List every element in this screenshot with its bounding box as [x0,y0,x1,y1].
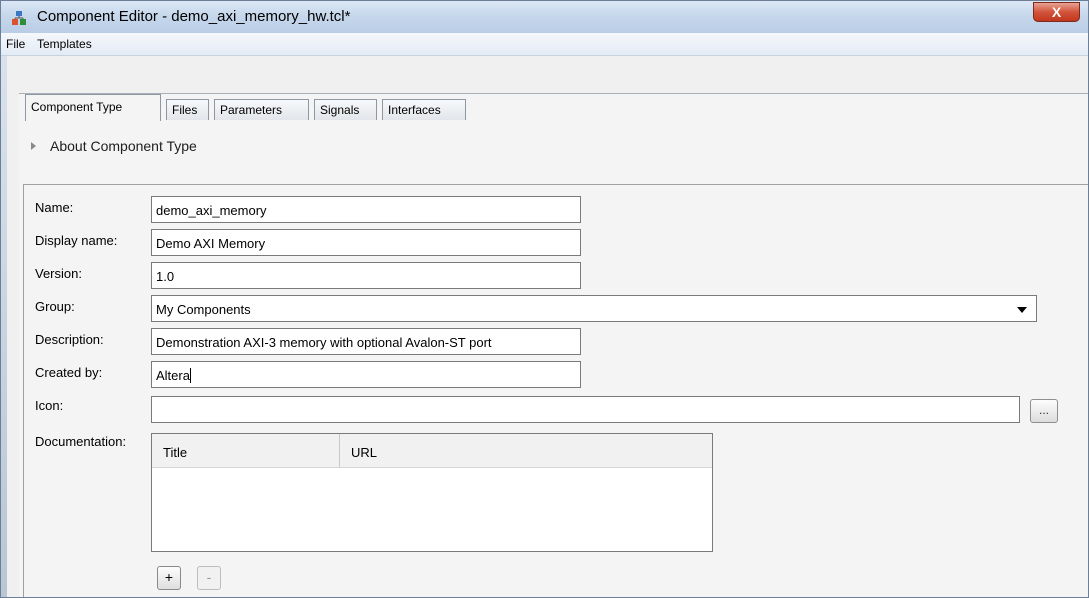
column-header-title[interactable]: Title [152,434,340,467]
version-label: Version: [35,266,82,281]
about-label: About Component Type [50,138,197,154]
display-name-label: Display name: [35,233,118,248]
icon-browse-button[interactable]: ... [1030,399,1058,423]
documentation-table[interactable]: Title URL [151,433,713,552]
tab-parameters[interactable]: Parameters [214,99,309,120]
about-component-type-toggle[interactable]: About Component Type [31,138,197,154]
component-editor-window: Component Editor - demo_axi_memory_hw.tc… [0,0,1089,598]
documentation-label: Documentation: [35,434,127,449]
created-by-label: Created by: [35,365,103,380]
title-bar[interactable]: Component Editor - demo_axi_memory_hw.tc… [1,1,1088,33]
left-edge-decoration [1,56,7,597]
display-name-field[interactable]: Demo AXI Memory [151,229,581,256]
app-icon [12,11,26,25]
tab-component-type[interactable]: Component Type [25,94,161,121]
add-documentation-button[interactable]: + [157,566,181,590]
created-by-value: Altera [156,368,190,383]
remove-documentation-button[interactable]: - [197,566,221,590]
icon-label: Icon: [35,398,64,413]
window-title: Component Editor - demo_axi_memory_hw.tc… [37,8,351,25]
dropdown-arrow-icon [1017,307,1027,313]
created-by-field[interactable]: Altera [151,361,581,388]
icon-path-field[interactable] [151,396,1020,423]
group-selected-value: My Components [156,302,251,317]
tab-files[interactable]: Files [166,99,209,120]
tab-signals[interactable]: Signals [314,99,377,120]
version-field[interactable]: 1.0 [151,262,581,289]
close-button[interactable]: X [1033,2,1080,22]
column-header-url[interactable]: URL [340,434,710,467]
menu-file[interactable]: File [6,37,25,51]
description-field[interactable]: Demonstration AXI-3 memory with optional… [151,328,581,355]
tab-interfaces[interactable]: Interfaces [382,99,466,120]
name-label: Name: [35,200,74,215]
menu-templates[interactable]: Templates [37,37,92,51]
group-label: Group: [35,299,75,314]
text-cursor [189,368,191,383]
name-field[interactable]: demo_axi_memory [151,196,581,223]
description-label: Description: [35,332,104,347]
expand-triangle-icon [31,142,36,151]
menu-bar: File Templates [1,33,1088,56]
group-dropdown[interactable]: My Components [151,295,1037,322]
documentation-table-header: Title URL [152,434,712,468]
close-icon: X [1051,4,1062,20]
